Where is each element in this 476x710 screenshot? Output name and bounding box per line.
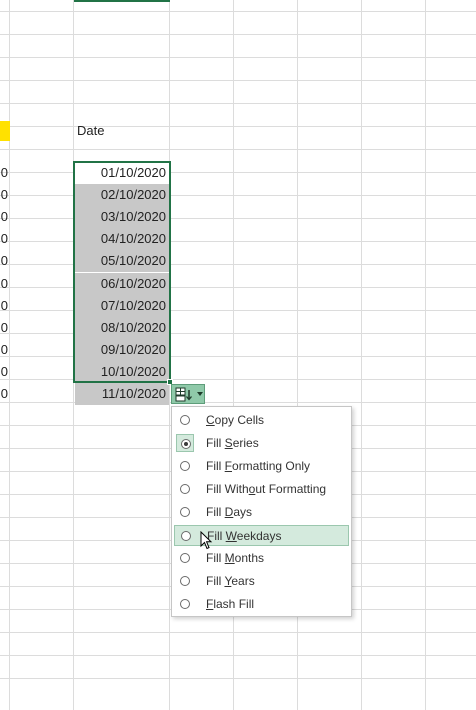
date-cell[interactable]: 03/10/2020 xyxy=(75,206,169,228)
date-cell[interactable]: 10/10/2020 xyxy=(75,361,169,383)
left-column-cell[interactable]: 0 xyxy=(0,342,8,357)
menu-item-label: Fill Formatting Only xyxy=(206,459,311,473)
auto-fill-options-button[interactable] xyxy=(171,384,205,404)
menu-item-fill-months[interactable]: Fill Months xyxy=(174,548,349,569)
left-column-cell[interactable]: 0 xyxy=(0,364,8,379)
chevron-down-icon xyxy=(197,392,203,396)
auto-fill-options-menu: Copy Cells Fill Series Fill Formatting Onl… xyxy=(171,406,352,617)
worksheet-grid[interactable]: Date 0 0 0 0 0 0 0 0 0 0 0 01/10/2020 02/10/2020 03/… xyxy=(0,0,476,710)
left-column-cell[interactable]: 0 xyxy=(0,209,8,224)
mouse-cursor-icon xyxy=(200,531,213,550)
column-gridline xyxy=(9,0,10,710)
menu-item-label: Flash Fill xyxy=(206,597,255,611)
column-gridline xyxy=(169,0,170,710)
radio-button[interactable] xyxy=(176,434,194,452)
left-column-cell[interactable]: 0 xyxy=(0,231,8,246)
menu-item-fill-years[interactable]: Fill Years xyxy=(174,571,349,592)
radio-button[interactable] xyxy=(176,595,194,613)
date-cell[interactable]: 05/10/2020 xyxy=(75,250,169,272)
highlighted-cell[interactable] xyxy=(0,121,10,141)
radio-button[interactable] xyxy=(176,457,194,475)
radio-icon xyxy=(180,415,190,425)
menu-item-fill-formatting-only[interactable]: Fill Formatting Only xyxy=(174,456,349,477)
menu-item-fill-days[interactable]: Fill Days xyxy=(174,502,349,523)
radio-icon xyxy=(180,599,190,609)
left-column-cell[interactable]: 0 xyxy=(0,165,8,180)
date-cell[interactable]: 01/10/2020 xyxy=(75,162,169,184)
radio-button[interactable] xyxy=(177,527,195,545)
left-column-cell[interactable]: 0 xyxy=(0,253,8,268)
date-cell[interactable]: 07/10/2020 xyxy=(75,295,169,317)
date-cell[interactable]: 08/10/2020 xyxy=(75,317,169,339)
column-gridline xyxy=(361,0,362,710)
radio-icon xyxy=(180,461,190,471)
left-column-cell[interactable]: 0 xyxy=(0,276,8,291)
menu-item-fill-without-formatting[interactable]: Fill Without Formatting xyxy=(174,479,349,500)
radio-button[interactable] xyxy=(176,411,194,429)
menu-item-flash-fill[interactable]: Flash Fill xyxy=(174,594,349,615)
radio-icon xyxy=(181,439,191,449)
date-cell[interactable]: 09/10/2020 xyxy=(75,339,169,361)
menu-item-label: Fill Without Formatting xyxy=(206,482,327,496)
date-cell[interactable]: 04/10/2020 xyxy=(75,228,169,250)
radio-icon xyxy=(180,507,190,517)
radio-icon xyxy=(180,553,190,563)
radio-button[interactable] xyxy=(176,480,194,498)
menu-item-label: Fill Months xyxy=(206,551,265,565)
radio-button[interactable] xyxy=(176,503,194,521)
radio-button[interactable] xyxy=(176,572,194,590)
date-header-cell[interactable]: Date xyxy=(77,123,104,138)
auto-fill-options-icon xyxy=(175,387,192,402)
radio-selected-dot xyxy=(184,442,188,446)
date-cell[interactable]: 11/10/2020 xyxy=(75,383,169,405)
date-cell[interactable]: 02/10/2020 xyxy=(75,184,169,206)
radio-button[interactable] xyxy=(176,549,194,567)
left-column-cell[interactable]: 0 xyxy=(0,386,8,401)
radio-icon xyxy=(180,484,190,494)
column-gridline xyxy=(425,0,426,710)
radio-icon xyxy=(180,576,190,586)
menu-item-label: Fill Series xyxy=(206,436,259,450)
left-column-cell[interactable]: 0 xyxy=(0,298,8,313)
column-gridline xyxy=(73,0,74,710)
menu-item-label: Fill Years xyxy=(206,574,255,588)
left-column-cell[interactable]: 0 xyxy=(0,187,8,202)
radio-icon xyxy=(181,531,191,541)
menu-item-label: Copy Cells xyxy=(206,413,265,427)
active-column-indicator xyxy=(74,0,170,2)
date-cell[interactable]: 06/10/2020 xyxy=(75,273,169,295)
menu-item-fill-series[interactable]: Fill Series xyxy=(174,433,349,454)
menu-item-label: Fill Weekdays xyxy=(207,529,282,543)
menu-item-label: Fill Days xyxy=(206,505,253,519)
left-column-cell[interactable]: 0 xyxy=(0,320,8,335)
menu-item-copy-cells[interactable]: Copy Cells xyxy=(174,410,349,431)
